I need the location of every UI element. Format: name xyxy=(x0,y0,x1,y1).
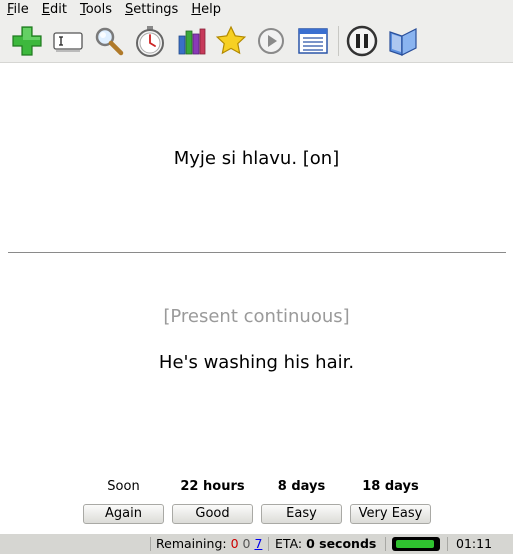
ease-very-easy: 18 days Very Easy xyxy=(350,479,431,524)
edit-card-button[interactable] xyxy=(50,23,86,59)
easy-button[interactable]: Easy xyxy=(261,504,342,524)
deck-book-icon xyxy=(389,28,417,56)
good-button[interactable]: Good xyxy=(172,504,253,524)
eta: ETA: 0 seconds xyxy=(275,534,376,554)
add-button[interactable] xyxy=(9,23,45,59)
toolbar xyxy=(0,20,513,63)
ease-good-interval: 22 hours xyxy=(180,479,245,494)
eta-value: 0 seconds xyxy=(306,536,377,551)
status-bar: Remaining: 0 0 7 ETA: 0 seconds 01:11 xyxy=(0,534,513,554)
ease-good: 22 hours Good xyxy=(172,479,253,524)
status-separator xyxy=(447,537,448,551)
eta-label: ETA: xyxy=(275,536,303,551)
star-button[interactable] xyxy=(213,23,249,59)
card-list-button[interactable] xyxy=(295,23,331,59)
menubar: File Edit Tools Settings Help xyxy=(0,0,513,20)
question-text: Myje si hlavu. [on] xyxy=(173,148,340,169)
play-button[interactable] xyxy=(253,23,289,59)
menu-tools[interactable]: Tools xyxy=(73,0,118,20)
search-button[interactable] xyxy=(91,23,127,59)
very-easy-button[interactable]: Very Easy xyxy=(350,504,431,524)
remaining-label: Remaining: xyxy=(156,536,227,551)
card-list-icon xyxy=(298,28,328,54)
remaining-new-count: 7 xyxy=(254,536,263,551)
toolbar-separator xyxy=(338,26,339,56)
ease-easy-interval: 8 days xyxy=(277,479,326,494)
remaining-failed-count: 0 xyxy=(230,536,239,551)
session-timer: 01:11 xyxy=(456,536,493,551)
ease-again-interval: Soon xyxy=(107,479,140,494)
remaining-review-count: 0 xyxy=(242,536,251,551)
timer-icon xyxy=(136,26,164,57)
add-icon xyxy=(12,26,42,56)
menu-settings[interactable]: Settings xyxy=(118,0,184,20)
statistics-icon xyxy=(178,28,206,55)
pause-button[interactable] xyxy=(344,23,380,59)
card-divider xyxy=(8,252,506,253)
deck-button[interactable] xyxy=(385,23,421,59)
ease-very-easy-interval: 18 days xyxy=(362,479,419,494)
statistics-button[interactable] xyxy=(173,23,209,59)
search-icon xyxy=(95,27,124,56)
progress-fill xyxy=(396,540,434,548)
answer-text: He's washing his hair. xyxy=(158,352,355,373)
timer-button[interactable] xyxy=(132,23,168,59)
ease-easy: 8 days Easy xyxy=(261,479,342,524)
edit-card-icon xyxy=(53,32,83,52)
star-icon xyxy=(215,25,247,55)
remaining-counts: Remaining: 0 0 7 xyxy=(156,534,262,554)
status-separator xyxy=(268,537,269,551)
again-button[interactable]: Again xyxy=(83,504,164,524)
pause-icon xyxy=(346,25,378,57)
status-separator xyxy=(385,537,386,551)
menu-file[interactable]: File xyxy=(0,0,35,20)
menu-help[interactable]: Help xyxy=(184,0,227,20)
menu-edit[interactable]: Edit xyxy=(35,0,73,20)
status-separator xyxy=(150,537,151,551)
answer-hint: [Present continuous] xyxy=(163,306,350,327)
play-icon xyxy=(258,28,284,54)
ease-again: Soon Again xyxy=(83,479,164,524)
progress-bar xyxy=(392,537,440,551)
